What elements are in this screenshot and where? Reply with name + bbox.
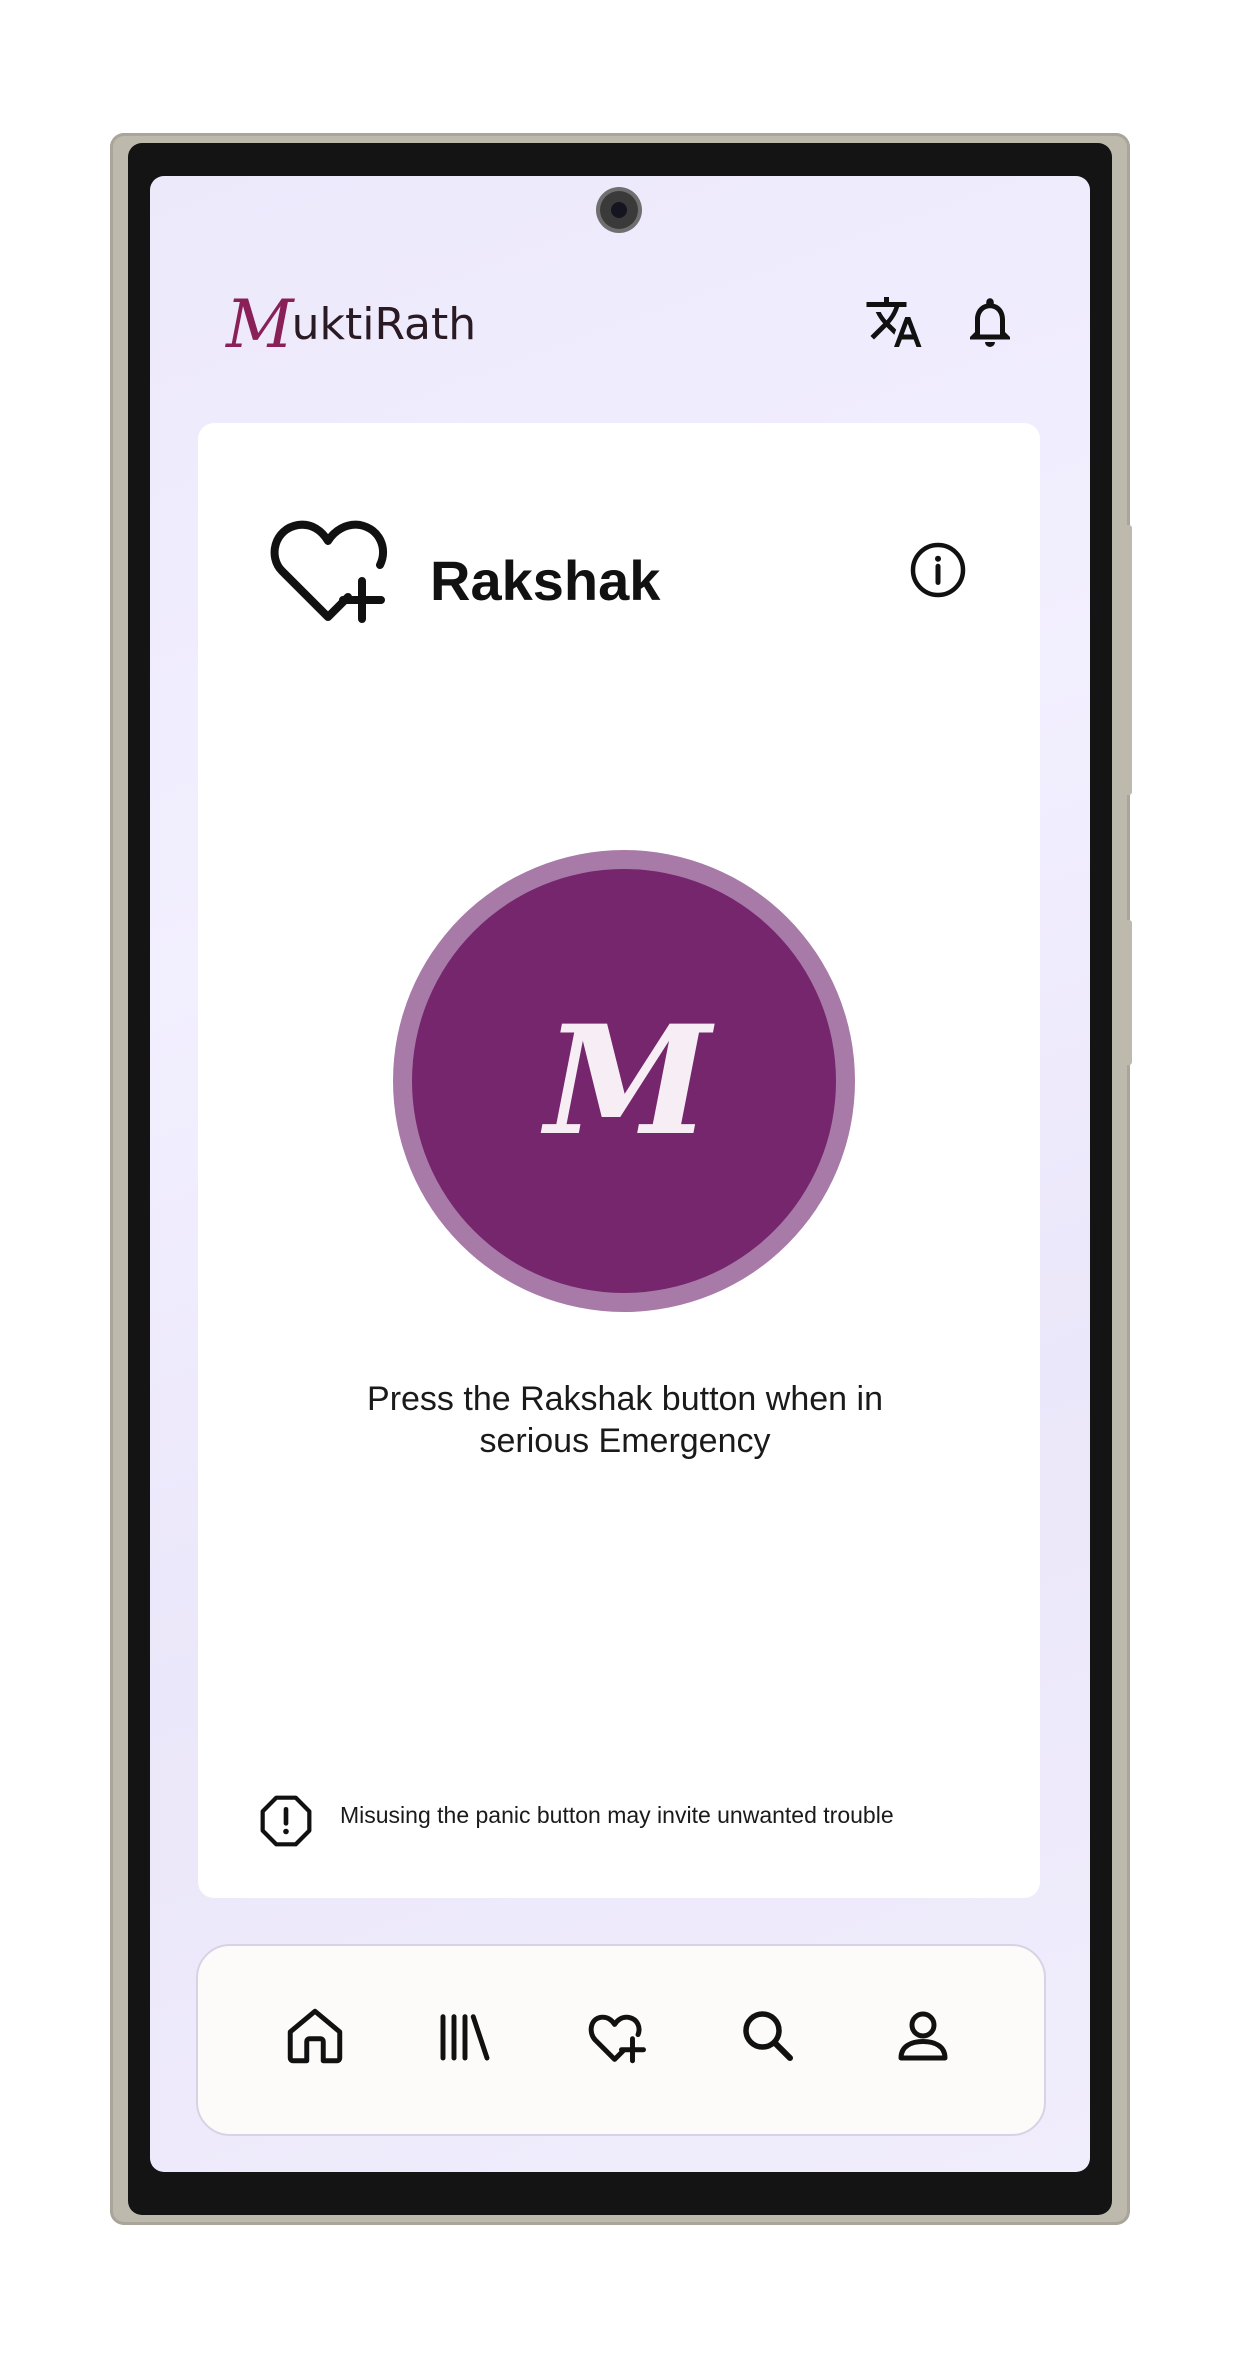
heart-plus-icon[interactable] xyxy=(583,2003,649,2069)
translate-icon[interactable] xyxy=(864,292,924,352)
instruction-text: Press the Rakshak button when in serious… xyxy=(367,1380,883,1460)
octagon-alert-icon xyxy=(258,1793,314,1849)
panic-button-core[interactable]: M xyxy=(412,869,836,1293)
info-icon[interactable] xyxy=(908,540,968,600)
logo-mark: M xyxy=(226,286,294,363)
bell-icon[interactable] xyxy=(960,292,1020,352)
person-icon[interactable] xyxy=(890,2003,956,2069)
page-title: Rakshak xyxy=(430,549,661,612)
home-icon[interactable] xyxy=(282,2003,348,2069)
library-icon[interactable] xyxy=(432,2003,498,2069)
app-logo: M uktiRath xyxy=(226,288,476,358)
logo-text: uktiRath xyxy=(291,299,477,350)
side-button-power xyxy=(1122,525,1132,795)
heart-plus-icon xyxy=(270,519,390,624)
front-camera xyxy=(600,191,638,229)
panic-logo-glyph: M xyxy=(544,993,711,1169)
panic-button[interactable]: M xyxy=(393,850,855,1312)
warning-text: Misusing the panic button may invite unw… xyxy=(340,1802,894,1828)
search-icon[interactable] xyxy=(735,2003,801,2069)
side-button-volume xyxy=(1122,920,1132,1065)
